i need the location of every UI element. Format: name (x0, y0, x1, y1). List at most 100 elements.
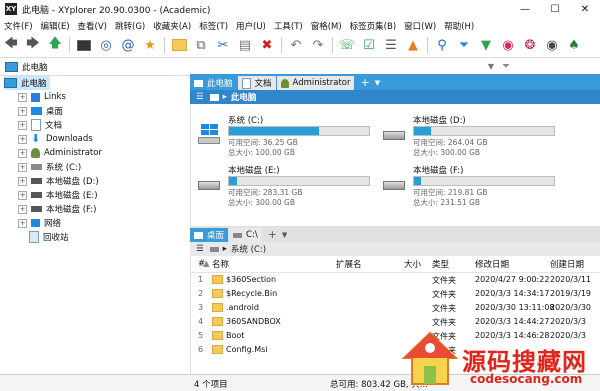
filter-icon[interactable]: ⏷ (502, 61, 510, 72)
cut-icon[interactable]: ✂ (214, 36, 232, 54)
tree-item-recycle-bin[interactable]: 回收站 (29, 230, 69, 244)
tree-item-drive-c[interactable]: + 系统 (C:) (18, 160, 81, 174)
tree-item-documents[interactable]: + 文档 (18, 118, 62, 132)
menu-tags[interactable]: 标签(T) (195, 20, 232, 32)
search-icon[interactable]: ⚲ (433, 36, 451, 54)
tree-item-drive-d[interactable]: + 本地磁盘 (D:) (18, 174, 99, 188)
expand-icon[interactable]: + (18, 190, 27, 200)
forward-icon[interactable]: 🡆 (24, 36, 42, 54)
breadcrumb-label[interactable]: 系统 (C:) (231, 243, 266, 255)
drive-card[interactable]: 系统 (C:) 可用空间: 36.25 GB 总大小: 100.00 GB (198, 114, 378, 157)
tree-item-network[interactable]: + 网络 (18, 216, 61, 230)
address-path[interactable]: 此电脑 (22, 61, 488, 73)
menu-help[interactable]: 帮助(H) (440, 20, 478, 32)
new-tab-button[interactable]: + (263, 228, 282, 242)
expand-icon[interactable]: + (18, 176, 27, 186)
paste-icon[interactable]: ▤ (236, 36, 254, 54)
expand-icon[interactable]: + (18, 218, 27, 228)
column-extension[interactable]: 扩展名 (336, 256, 362, 271)
tree-root[interactable]: 此电脑 (4, 76, 50, 90)
table-row[interactable]: 2 $Recycle.Bin 文件夹 2020/3/3 14:34:17 2019/3/… (190, 287, 600, 301)
candy-icon[interactable]: ◉ (499, 36, 517, 54)
drive-card[interactable]: 本地磁盘 (E:) 可用空间: 283.31 GB 总大小: 300.00 GB (198, 164, 378, 207)
column-type[interactable]: 类型 (432, 256, 449, 271)
tab-list-icon[interactable]: ▼ (375, 76, 380, 90)
tab-documents[interactable]: 文档 (237, 76, 276, 90)
table-row[interactable]: 3 .android 文件夹 2020/3/30 13:11:08 2020/3/30 (190, 301, 600, 315)
expand-icon[interactable]: + (18, 148, 27, 158)
circle-icon[interactable]: ◉ (543, 36, 561, 54)
delete-icon[interactable]: ✖ (258, 36, 276, 54)
copy-icon[interactable]: ⧉ (192, 36, 210, 54)
undo-icon[interactable]: ↶ (287, 36, 305, 54)
tab-this-pc[interactable]: 此电脑 (190, 76, 237, 90)
target-icon[interactable]: ◎ (97, 36, 115, 54)
bottom-breadcrumb: ☰ ▸ 系统 (C:) (190, 242, 600, 256)
menu-user[interactable]: 用户(U) (232, 20, 270, 32)
sort-icon: ▲ (203, 258, 210, 269)
menu-file[interactable]: 文件(F) (0, 20, 37, 32)
expand-icon[interactable]: + (18, 92, 27, 102)
drive-usage-fill (229, 177, 238, 185)
maximize-button[interactable]: ☐ (540, 4, 570, 15)
menu-favorites[interactable]: 收藏夹(A) (149, 20, 195, 32)
filter-green-icon[interactable]: ▼ (477, 36, 495, 54)
list-icon[interactable]: ☰ (382, 36, 400, 54)
column-modified[interactable]: 修改日期 (475, 256, 509, 271)
column-name[interactable]: 名称 (212, 256, 229, 271)
checkbox-icon[interactable]: ☑ (360, 36, 378, 54)
menu-edit[interactable]: 编辑(E) (37, 20, 74, 32)
menu-icon[interactable]: ☰ (196, 92, 204, 102)
redo-icon[interactable]: ↷ (309, 36, 327, 54)
pizza-icon[interactable]: ▲ (404, 36, 422, 54)
new-folder-icon[interactable] (170, 36, 188, 54)
column-size[interactable]: 大小 (404, 256, 421, 271)
table-row[interactable]: 4 360SANDBOX 文件夹 2020/3/3 14:44:27 2020/3/3 (190, 315, 600, 329)
minimize-button[interactable]: — (510, 4, 540, 15)
spiral-icon[interactable]: ❂ (521, 36, 539, 54)
back-icon[interactable]: 🡄 (2, 36, 20, 54)
column-created[interactable]: 创建日期 (550, 256, 584, 271)
close-button[interactable]: ✕ (570, 4, 600, 15)
breadcrumb-label[interactable]: 此电脑 (231, 91, 257, 103)
drive-card[interactable]: 本地磁盘 (D:) 可用空间: 264.04 GB 总大小: 300.00 GB (383, 114, 563, 157)
drive-card[interactable]: 本地磁盘 (F:) 可用空间: 219.81 GB 总大小: 231.51 GB (383, 164, 563, 207)
menu-view[interactable]: 查看(V) (74, 20, 111, 32)
menu-tools[interactable]: 工具(T) (270, 20, 307, 32)
tree-item-administrator[interactable]: + Administrator (18, 146, 102, 160)
phone-icon[interactable]: ☏ (338, 36, 356, 54)
address-dropdown-icon[interactable]: ▼ (488, 62, 494, 71)
expand-icon[interactable]: + (18, 134, 27, 144)
tree-item-links[interactable]: + Links (18, 90, 66, 104)
expand-icon[interactable]: + (18, 106, 27, 116)
tree-icon[interactable]: ♠ (565, 36, 583, 54)
drive-total-size: 总大小: 100.00 GB (228, 148, 295, 157)
expand-icon[interactable]: + (18, 204, 27, 214)
tab-c-drive[interactable]: C:\ (229, 228, 262, 242)
expand-icon[interactable]: + (18, 162, 27, 172)
menu-tabsets[interactable]: 标签页集(B) (346, 20, 400, 32)
filter-icon[interactable]: ⏷ (455, 36, 473, 54)
menu-icon[interactable]: ☰ (196, 244, 204, 254)
tree-item-downloads[interactable]: + ⬇ Downloads (18, 132, 93, 146)
desktop-icon[interactable] (75, 36, 93, 54)
menu-go[interactable]: 跳转(G) (111, 20, 149, 32)
table-row[interactable]: 1 $360Section 文件夹 2020/4/27 9:00:22 2020/3/1… (190, 273, 600, 287)
tree-item-drive-e[interactable]: + 本地磁盘 (E:) (18, 188, 98, 202)
tab-administrator[interactable]: Administrator (276, 76, 355, 90)
tree-item-drive-f[interactable]: + 本地磁盘 (F:) (18, 202, 96, 216)
tree-item-desktop[interactable]: + 桌面 (18, 104, 63, 118)
at-icon[interactable]: @ (119, 36, 137, 54)
house-logo (401, 331, 459, 385)
tab-list-icon[interactable]: ▼ (282, 228, 287, 242)
menu-window[interactable]: 窗口(W) (400, 20, 440, 32)
star-icon[interactable]: ★ (141, 36, 159, 54)
tab-desktop[interactable]: 桌面 (190, 228, 229, 242)
expand-icon[interactable]: + (18, 120, 27, 130)
drive-usage-fill (229, 127, 319, 135)
menu-panes[interactable]: 窗格(M) (307, 20, 346, 32)
new-tab-button[interactable]: + (355, 76, 374, 90)
row-created: 2020/3/11 (550, 275, 592, 284)
up-icon[interactable]: 🡅 (46, 36, 64, 54)
chevron-right-icon: ▸ (222, 244, 227, 254)
